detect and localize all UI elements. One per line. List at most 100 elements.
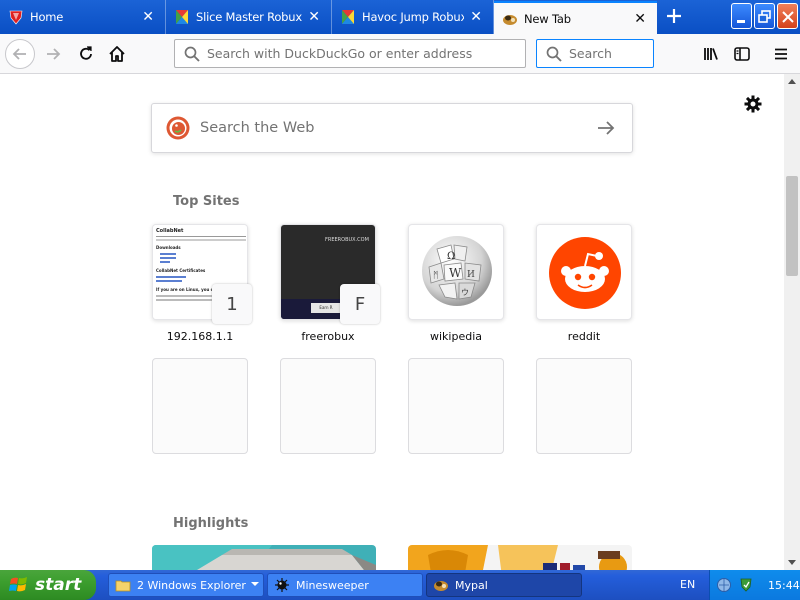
library-icon xyxy=(704,48,718,60)
hamburger-menu-icon xyxy=(775,48,787,60)
start-label: start xyxy=(35,575,82,595)
arrow-right-icon[interactable] xyxy=(594,116,618,140)
close-icon xyxy=(782,11,794,23)
library-button[interactable] xyxy=(696,39,726,69)
windows-taskbar: start 2 Windows Explorer Minesweeper Myp… xyxy=(0,570,800,600)
sidebar-button[interactable] xyxy=(727,39,757,69)
tab-strip: Home ✕ Slice Master Robux Ro ✕ Havoc Jum… xyxy=(0,0,800,34)
highlight-card[interactable] xyxy=(408,545,632,570)
restore-icon xyxy=(758,10,771,23)
close-icon[interactable]: ✕ xyxy=(306,9,322,25)
mypal-icon xyxy=(503,14,517,25)
close-icon[interactable]: ✕ xyxy=(468,9,484,25)
scroll-thumb[interactable] xyxy=(786,176,798,276)
new-tab-button[interactable] xyxy=(662,5,686,29)
tab-slice-master[interactable]: Slice Master Robux Ro ✕ xyxy=(166,0,332,34)
tab-title: Havoc Jump Robux Ro xyxy=(362,10,464,24)
empty-top-site-slot[interactable] xyxy=(536,358,632,454)
scroll-down-arrow[interactable] xyxy=(784,554,800,570)
home-icon xyxy=(109,46,125,62)
search-icon xyxy=(184,46,200,62)
highlight-image xyxy=(152,545,376,570)
triangle-down-icon xyxy=(788,560,796,565)
address-bar[interactable] xyxy=(174,39,526,68)
triangle-up-icon xyxy=(788,79,796,84)
reddit-alien-icon xyxy=(549,237,621,309)
windows-flag-icon xyxy=(9,577,27,592)
search-icon xyxy=(546,46,562,62)
reload-button[interactable] xyxy=(71,39,101,69)
tab-home[interactable]: Home ✕ xyxy=(0,0,166,34)
page-settings-button[interactable] xyxy=(743,94,763,114)
tab-title: New Tab xyxy=(524,11,571,26)
close-icon[interactable]: ✕ xyxy=(632,11,648,27)
empty-top-site-slot[interactable] xyxy=(152,358,248,454)
roblox-studio-icon xyxy=(342,10,354,24)
reload-icon xyxy=(80,46,92,60)
dropdown-caret-icon xyxy=(251,582,259,586)
task-label: 2 Windows Explorer xyxy=(137,578,246,592)
svg-text:И: И xyxy=(467,270,475,280)
arrow-left-icon xyxy=(12,48,26,60)
top-site-label: reddit xyxy=(567,330,601,343)
back-button[interactable] xyxy=(5,39,35,69)
search-bar[interactable] xyxy=(536,39,725,68)
minesweeper-icon xyxy=(275,578,289,592)
vertical-scrollbar[interactable] xyxy=(784,74,800,570)
network-icon[interactable] xyxy=(716,577,732,593)
top-site-tile[interactable]: Ω W И ᛗ ウ xyxy=(408,224,504,320)
thumb-subtitle: Downloads xyxy=(156,245,181,250)
top-sites-heading: Top Sites xyxy=(173,194,240,209)
highlight-card[interactable] xyxy=(152,545,376,570)
highlights-heading: Highlights xyxy=(173,516,249,531)
taskbar-button-mypal[interactable]: Mypal xyxy=(426,573,582,597)
tab-new-tab[interactable]: New Tab ✕ xyxy=(494,1,657,34)
menu-button[interactable] xyxy=(766,39,796,69)
taskbar-button-minesweeper[interactable]: Minesweeper xyxy=(267,573,423,597)
thumb-title: CollabNet xyxy=(156,228,184,234)
top-site-label: wikipedia xyxy=(429,330,482,343)
svg-text:ウ: ウ xyxy=(461,288,469,297)
clock: 15:44 xyxy=(768,578,800,592)
close-icon[interactable]: ✕ xyxy=(140,9,156,25)
sidebar-icon xyxy=(734,47,750,61)
roblox-studio-icon xyxy=(176,10,188,24)
window-close-button[interactable] xyxy=(777,3,798,29)
thumb-line: CollabNet Certificates xyxy=(156,268,206,273)
empty-top-site-slot[interactable] xyxy=(408,358,504,454)
task-label: Mypal xyxy=(455,578,488,592)
svg-text:ᛗ: ᛗ xyxy=(433,270,438,281)
minimize-icon xyxy=(737,20,745,23)
navigation-toolbar xyxy=(0,34,800,74)
empty-top-site-slot[interactable] xyxy=(280,358,376,454)
top-site-label: freerobux xyxy=(301,330,355,343)
arrow-right-icon xyxy=(47,48,61,60)
folder-icon xyxy=(115,580,131,592)
red-shield-icon xyxy=(9,10,23,25)
tab-title: Home xyxy=(30,10,64,24)
new-tab-page: Top Sites CollabNet Downloads CollabNet … xyxy=(0,74,784,570)
address-input[interactable] xyxy=(207,46,525,61)
thumb-button: Earn R xyxy=(311,303,341,313)
security-shield-icon[interactable] xyxy=(738,577,754,593)
top-site-tile[interactable] xyxy=(536,224,632,320)
minimize-button[interactable] xyxy=(731,3,752,29)
home-button[interactable] xyxy=(102,39,132,69)
mypal-icon xyxy=(434,581,448,591)
forward-button[interactable] xyxy=(38,39,68,69)
tab-title: Slice Master Robux Ro xyxy=(196,10,302,24)
task-label: Minesweeper xyxy=(296,578,369,592)
scroll-up-arrow[interactable] xyxy=(784,74,800,90)
top-site-label: 192.168.1.1 xyxy=(166,330,234,343)
taskbar-button-windows-explorer[interactable]: 2 Windows Explorer xyxy=(108,573,264,597)
web-search-input[interactable] xyxy=(200,120,594,136)
wikipedia-globe-icon: Ω W И ᛗ ウ xyxy=(422,236,492,306)
plus-icon xyxy=(667,9,681,23)
tab-havoc-jump[interactable]: Havoc Jump Robux Ro ✕ xyxy=(332,0,494,34)
web-search-box[interactable] xyxy=(151,103,633,153)
start-button[interactable]: start xyxy=(0,570,96,600)
thumb-title: FREEROBUX.COM xyxy=(325,237,369,243)
gear-icon xyxy=(744,95,762,113)
restore-button[interactable] xyxy=(754,3,775,29)
language-indicator[interactable]: EN xyxy=(680,578,695,591)
